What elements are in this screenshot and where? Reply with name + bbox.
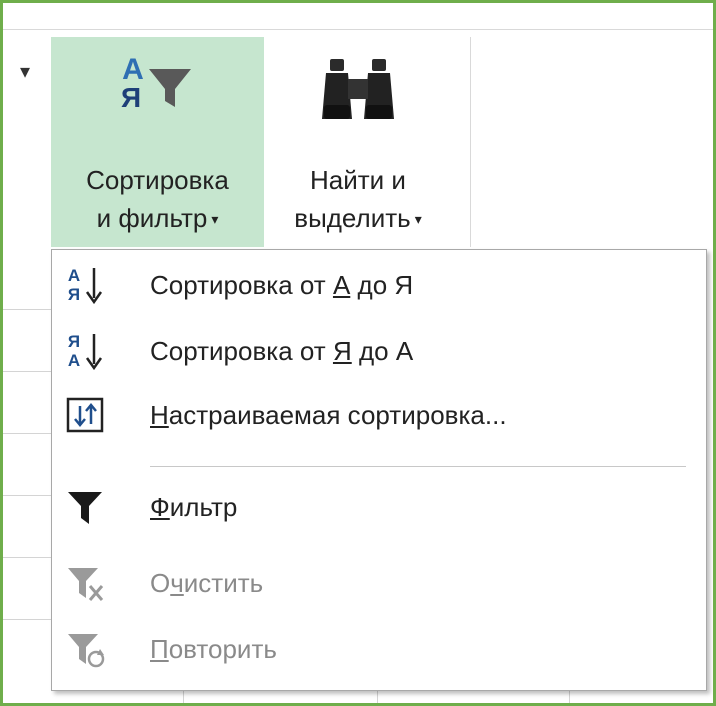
menu-item-sort-z-to-a[interactable]: Я А Сортировка от Я до А [52,320,706,382]
menu-item-label: Фильтр [150,492,238,522]
menu-item-label: Повторить [150,634,277,664]
find-select-label-line2: выделить ▾ [266,203,450,237]
clear-filter-icon [68,568,104,601]
funnel-shape [149,69,191,107]
sheet-gridline [3,433,51,434]
sort-and-filter-button[interactable]: А Я Сортировка и фильтр ▾ [51,37,264,247]
svg-text:А: А [68,266,80,285]
sheet-gridline [569,691,570,703]
menu-item-label: Сортировка от А до Я [150,270,414,300]
sort-icon-letter-bottom: Я [121,82,141,113]
binoculars-icon [322,59,394,119]
sheet-gridline [377,691,378,703]
sort-a-to-z-icon: А Я [68,266,103,305]
sheet-gridline [3,309,51,310]
svg-text:Я: Я [68,332,80,351]
filter-icon [68,492,102,524]
reapply-filter-icon [68,634,105,668]
sheet-gridline [3,495,51,496]
menu-item-custom-sort[interactable]: Настраиваемая сортировка... [52,384,706,446]
sheet-gridline [3,371,51,372]
sheet-gridline [3,557,51,558]
menu-item-clear[interactable]: Очистить [52,552,706,614]
ribbon-group-separator [470,37,471,247]
menu-item-label: Настраиваемая сортировка... [150,400,507,430]
ribbon-group-edge-icon: ▾ [20,61,31,83]
ribbon-top-border [3,29,713,30]
menu-item-reapply[interactable]: Повторить [52,618,706,680]
menu-item-label: Сортировка от Я до А [150,336,414,366]
svg-text:Я: Я [68,285,80,304]
find-and-select-button[interactable]: Найти и выделить ▾ [266,37,450,247]
sort-filter-label-text: и фильтр [96,203,208,233]
sort-z-to-a-icon: Я А [68,332,103,371]
dropdown-caret-icon: ▾ [414,211,422,227]
find-select-label-text: выделить [294,203,411,233]
menu-item-sort-a-to-z[interactable]: А Я Сортировка от А до Я [52,254,706,316]
sort-filter-label-line1: Сортировка [86,165,229,195]
menu-item-label: Очистить [150,568,264,598]
sort-filter-icon: А Я [121,53,191,113]
find-select-label-line1: Найти и [310,165,406,195]
svg-text:А: А [68,351,80,370]
menu-separator [150,466,686,467]
menu-item-filter[interactable]: Фильтр [52,476,706,538]
sheet-gridline [183,691,184,703]
dropdown-caret-icon: ▾ [211,211,219,227]
sort-filter-label-line2: и фильтр ▾ [51,203,264,237]
screenshot-frame: ▾ А Я Сортировка и фильтр ▾ Найти и выдел… [0,0,716,706]
sheet-gridline [3,619,51,620]
custom-sort-icon [66,397,104,433]
sort-filter-dropdown-menu: А Я Сортировка от А до Я Я А Сортировка … [51,249,707,691]
